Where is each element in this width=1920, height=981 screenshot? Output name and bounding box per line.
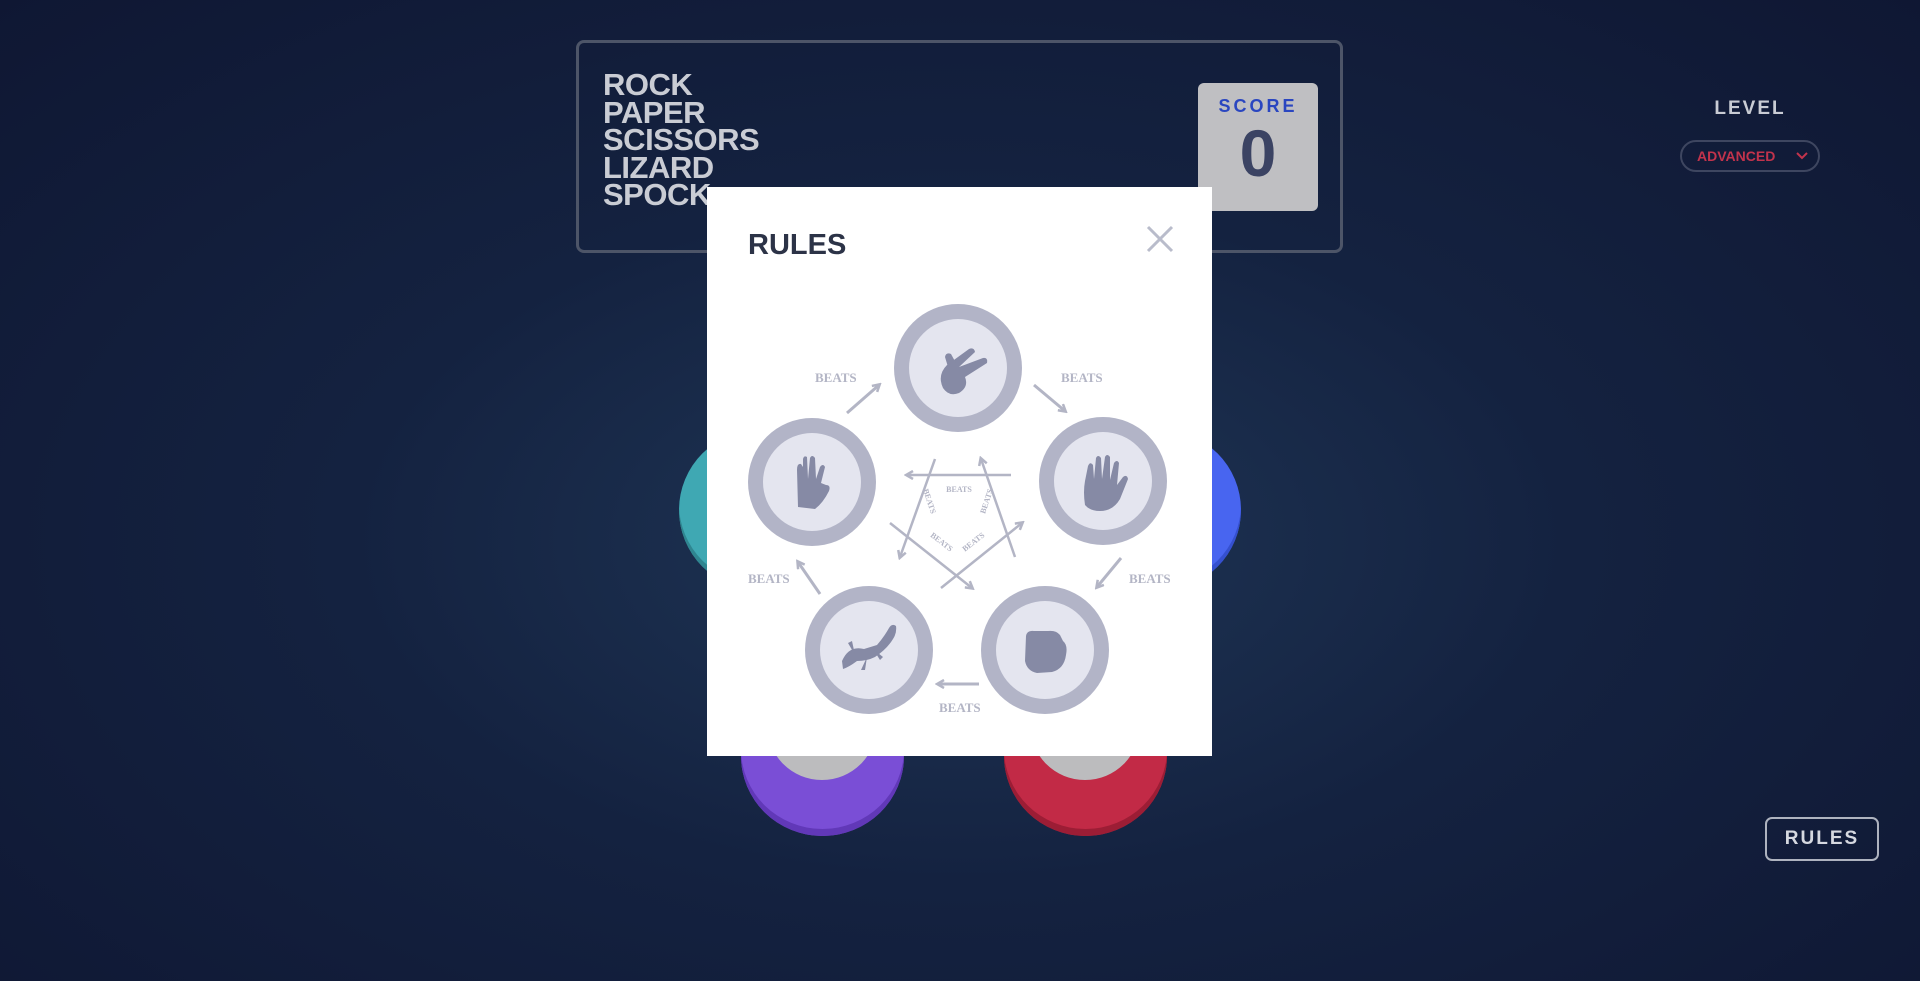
rule-node-scissors bbox=[894, 304, 1022, 432]
beats-label-inner-2: BEATS bbox=[921, 488, 938, 516]
beats-label-5: BEATS bbox=[748, 571, 790, 586]
arrow-inner-3 bbox=[889, 522, 972, 588]
chevron-down-icon bbox=[1796, 152, 1808, 160]
beats-label-4: BEATS bbox=[939, 700, 981, 715]
level-dropdown[interactable]: ADVANCED bbox=[1680, 140, 1820, 172]
arrow-scissors-to-paper bbox=[1033, 383, 1065, 411]
arrow-spock-to-scissors bbox=[846, 385, 879, 415]
beats-label-inner-4: BEATS bbox=[961, 530, 987, 553]
rule-node-paper bbox=[1039, 417, 1167, 545]
rule-node-spock bbox=[748, 418, 876, 546]
score-value: 0 bbox=[1239, 116, 1277, 190]
rule-node-rock bbox=[981, 586, 1109, 714]
rules-diagram: BEATS BEATS BEATS BEATS BEATS BEATS BEAT… bbox=[748, 304, 1171, 715]
beats-label-inner-3: BEATS bbox=[929, 531, 955, 554]
arrow-lizard-to-spock bbox=[798, 562, 822, 595]
level-label: LEVEL bbox=[1714, 98, 1786, 119]
beats-label-1: BEATS bbox=[815, 370, 857, 385]
rules-modal: RULES BEATS BEATS BEATS BEATS BEATS BEAT… bbox=[707, 187, 1212, 756]
rule-node-lizard bbox=[805, 586, 933, 714]
beats-label-2: BEATS bbox=[1061, 370, 1103, 385]
level-selector: LEVEL ADVANCED bbox=[1680, 98, 1820, 172]
level-selected-value: ADVANCED bbox=[1697, 148, 1776, 164]
beats-label-inner-5: BEATS bbox=[978, 487, 995, 515]
rock-fist-icon bbox=[1025, 630, 1067, 673]
score-label: SCORE bbox=[1218, 96, 1298, 116]
rules-button[interactable]: RULES bbox=[1765, 817, 1879, 861]
beats-label-3: BEATS bbox=[1129, 571, 1171, 586]
score-box: SCORE 0 bbox=[1198, 83, 1318, 211]
arrow-paper-to-rock bbox=[1097, 557, 1123, 587]
beats-label-inner-1: BEATS bbox=[946, 485, 972, 494]
